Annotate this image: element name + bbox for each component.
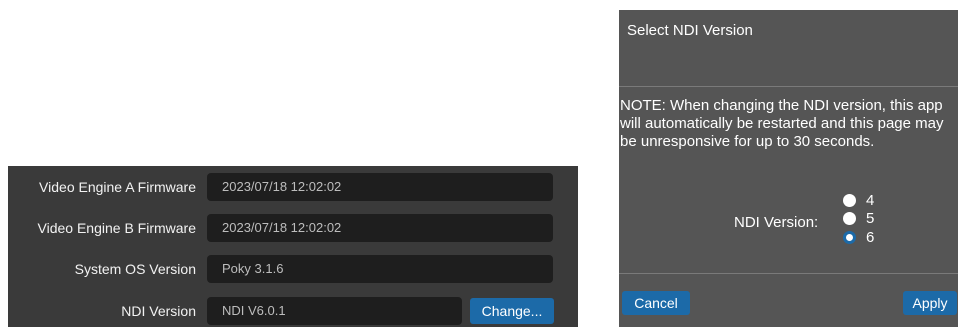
ndi-version-option-4[interactable]: 4	[843, 192, 893, 209]
system-info-panel: Video Engine A Firmware 2023/07/18 12:02…	[8, 166, 578, 327]
radio-value-4: 4	[866, 192, 875, 209]
radio-button-6-selected[interactable]	[843, 231, 856, 244]
change-ndi-version-button[interactable]: Change...	[470, 298, 554, 324]
dialog-title: Select NDI Version	[627, 22, 753, 39]
system-os-version-row: System OS Version Poky 3.1.6	[8, 255, 578, 283]
video-engine-a-firmware-label: Video Engine A Firmware	[39, 179, 196, 195]
dialog-footer-divider	[619, 273, 958, 274]
ndi-version-radio-label: NDI Version:	[734, 214, 819, 231]
dialog-header-divider	[619, 86, 958, 87]
video-engine-b-firmware-label: Video Engine B Firmware	[37, 220, 196, 236]
apply-button[interactable]: Apply	[903, 291, 957, 315]
ndi-version-option-6[interactable]: 6	[843, 229, 893, 246]
cancel-button[interactable]: Cancel	[622, 291, 690, 315]
dialog-note: NOTE: When changing the NDI version, thi…	[620, 97, 944, 150]
video-engine-b-firmware-value: 2023/07/18 12:02:02	[207, 214, 553, 242]
system-os-version-label: System OS Version	[74, 261, 196, 277]
video-engine-a-firmware-value: 2023/07/18 12:02:02	[207, 173, 553, 201]
ndi-version-label: NDI Version	[121, 303, 196, 319]
system-os-version-value: Poky 3.1.6	[207, 255, 553, 283]
ndi-version-row: NDI Version NDI V6.0.1 Change...	[8, 297, 578, 325]
radio-value-6: 6	[866, 229, 875, 246]
video-engine-a-firmware-row: Video Engine A Firmware 2023/07/18 12:02…	[8, 173, 578, 201]
ndi-version-value: NDI V6.0.1	[207, 297, 462, 325]
radio-value-5: 5	[866, 210, 875, 227]
select-ndi-version-dialog: Select NDI Version NOTE: When changing t…	[619, 10, 958, 327]
radio-button-5[interactable]	[843, 212, 856, 225]
video-engine-b-firmware-row: Video Engine B Firmware 2023/07/18 12:02…	[8, 214, 578, 242]
radio-button-4[interactable]	[843, 194, 856, 207]
ndi-version-option-5[interactable]: 5	[843, 210, 893, 227]
